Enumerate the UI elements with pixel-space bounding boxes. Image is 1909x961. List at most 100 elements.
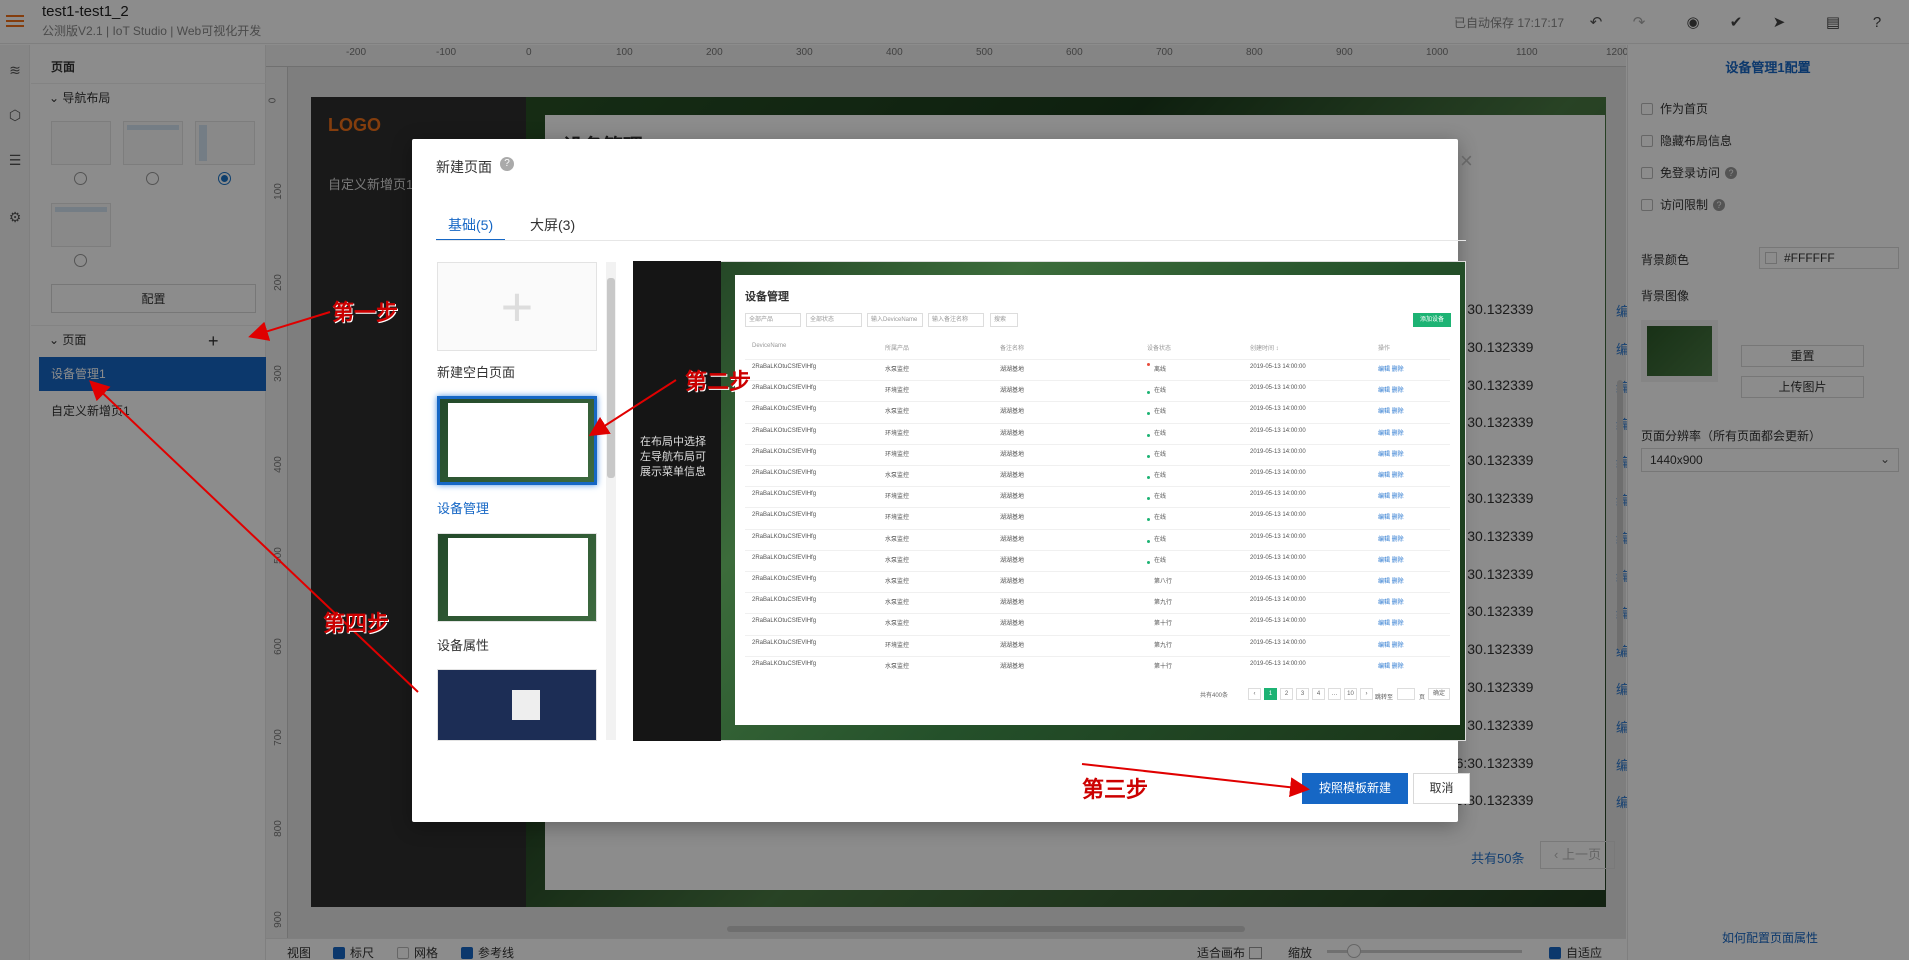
preview-row-actions: 编辑 删除 xyxy=(1378,557,1404,564)
status-dot xyxy=(1147,476,1150,479)
preview-cell: 2019-05-13 14:00:00 xyxy=(1250,554,1306,561)
preview-cell: 2RaBaLKOtuCSfEVlHfg xyxy=(752,576,817,582)
preview-pager-jump: 跳转至 xyxy=(1375,695,1394,701)
preview-cell: 水泵监控 xyxy=(885,579,910,585)
annotation-step2: 第二步 xyxy=(685,370,752,395)
preview-cell: 2RaBaLKOtuCSfEVlHfg xyxy=(752,448,817,455)
preview-cell: 2019-05-13 14:00:00 xyxy=(1250,385,1306,392)
preview-filter-status: 全部状态 xyxy=(806,313,862,327)
preview-cell: 2RaBaLKOtuCSfEVlHfg xyxy=(752,406,817,413)
preview-cell: 第八行 xyxy=(1154,579,1173,585)
preview-row-actions: 编辑 删除 xyxy=(1378,451,1404,458)
preview-cell: 湖湖基地 xyxy=(1000,536,1025,543)
preview-cell: 湖湖基地 xyxy=(1000,557,1025,564)
preview-cell: 在线 xyxy=(1154,473,1167,479)
preview-cell: 湖湖基地 xyxy=(1000,494,1025,501)
preview-cell: 水泵监控 xyxy=(885,600,910,607)
preview-cell: 2019-05-13 14:00:00 xyxy=(1250,597,1306,604)
preview-row-divider xyxy=(745,486,1450,488)
preview-cell: 2019-05-13 14:00:00 xyxy=(1250,406,1306,413)
preview-cell: 在线 xyxy=(1154,451,1167,458)
close-icon[interactable]: × xyxy=(1460,148,1473,174)
preview-row-actions: 编辑 删除 xyxy=(1378,642,1404,649)
preview-filter-devicename: 输入DeviceName xyxy=(867,313,923,327)
preview-row-actions: 编辑 删除 xyxy=(1378,473,1404,479)
preview-row-actions: 编辑 删除 xyxy=(1378,494,1404,501)
preview-search-button: 搜索 xyxy=(990,313,1018,327)
preview-cell: 2019-05-13 14:00:00 xyxy=(1250,639,1306,646)
cancel-button[interactable]: 取消 xyxy=(1413,773,1470,804)
preview-cell: 2019-05-13 14:00:00 xyxy=(1250,448,1306,455)
preview-row-divider xyxy=(745,465,1450,466)
preview-row-actions: 编辑 删除 xyxy=(1378,388,1404,395)
preview-filter-product: 全部产品 xyxy=(745,313,801,327)
preview-title: 设备管理 xyxy=(745,291,789,303)
template-map[interactable] xyxy=(437,669,597,741)
preview-cell: 2RaBaLKOtuCSfEVlHfg xyxy=(752,660,817,667)
preview-cell: 第十行 xyxy=(1154,621,1173,628)
preview-row-actions: 编辑 删除 xyxy=(1378,536,1404,543)
preview-row-divider xyxy=(745,401,1450,403)
preview-cell: 水泵监控 xyxy=(885,473,910,479)
preview-cell: 湖湖基地 xyxy=(1000,642,1025,649)
tab-big-screen[interactable]: 大屏(3) xyxy=(530,215,575,241)
preview-cell: 离线 xyxy=(1154,367,1167,373)
preview-cell: 2019-05-13 14:00:00 xyxy=(1250,491,1306,498)
status-dot xyxy=(1147,560,1150,564)
preview-cell: 2RaBaLKOtuCSfEVlHfg xyxy=(752,512,817,519)
preview-pager-page: … xyxy=(1328,688,1341,700)
preview-cell: 2019-05-13 14:00:00 xyxy=(1250,364,1306,370)
template-device-mgmt-label[interactable]: 设备管理 xyxy=(437,498,489,517)
template-scroll-thumb[interactable] xyxy=(607,278,615,478)
preview-cell: 2RaBaLKOtuCSfEVlHfg xyxy=(752,427,817,434)
preview-cell: 湖湖基地 xyxy=(1000,451,1025,458)
preview-left-nav xyxy=(633,261,721,741)
preview-cell: 环境监控 xyxy=(885,515,910,522)
preview-column-header: 备注名称 xyxy=(1000,346,1025,352)
preview-pager-page: 2 xyxy=(1280,688,1293,700)
help-icon[interactable]: ? xyxy=(500,157,514,171)
preview-row-divider xyxy=(745,422,1450,424)
tab-basic[interactable]: 基础(5) xyxy=(436,215,506,241)
preview-pager-page: ‹ xyxy=(1248,688,1261,700)
preview-cell: 湖湖基地 xyxy=(1000,515,1025,522)
template-blank-label[interactable]: 新建空白页面 xyxy=(437,362,515,381)
preview-pager-page: 10 xyxy=(1344,688,1357,700)
preview-cell: 2RaBaLKOtuCSfEVlHfg xyxy=(752,470,817,476)
preview-cell: 2019-05-13 14:00:00 xyxy=(1250,470,1306,476)
preview-cell: 水泵监控 xyxy=(885,663,910,670)
template-device-attr-label[interactable]: 设备属性 xyxy=(437,635,489,654)
preview-cell: 湖湖基地 xyxy=(1000,600,1025,607)
preview-column-header: 操作 xyxy=(1378,346,1391,352)
preview-nav-text: 在布局中选择左导航布局可展示菜单信息 xyxy=(640,436,706,478)
preview-cell: 在线 xyxy=(1154,515,1167,522)
status-dot xyxy=(1147,539,1150,543)
preview-add-button: 添加设备 xyxy=(1413,313,1451,327)
preview-row-divider xyxy=(745,571,1450,572)
preview-cell: 湖湖基地 xyxy=(1000,409,1025,416)
template-blank[interactable]: + xyxy=(437,262,597,351)
preview-cell: 在线 xyxy=(1154,388,1167,395)
preview-pager-page: 1 xyxy=(1264,688,1277,700)
preview-row-divider xyxy=(745,634,1450,636)
preview-cell: 环境监控 xyxy=(885,430,910,437)
preview-filter-remark: 输入备注名称 xyxy=(928,313,984,327)
preview-cell: 在线 xyxy=(1154,536,1167,543)
preview-pager-total: 共有400条 xyxy=(1200,693,1229,699)
create-from-template-button[interactable]: 按照模板新建 xyxy=(1302,773,1408,804)
preview-cell: 湖湖基地 xyxy=(1000,579,1025,585)
preview-row-divider xyxy=(745,613,1450,615)
preview-cell: 第九行 xyxy=(1154,642,1173,649)
preview-cell: 湖湖基地 xyxy=(1000,663,1025,670)
preview-row-divider xyxy=(745,443,1450,445)
preview-row-divider xyxy=(745,359,1450,360)
preview-pager-page: 3 xyxy=(1296,688,1309,700)
preview-cell: 2019-05-13 14:00:00 xyxy=(1250,427,1306,434)
preview-row-divider xyxy=(745,507,1450,509)
preview-cell: 2RaBaLKOtuCSfEVlHfg xyxy=(752,385,817,392)
preview-cell: 第九行 xyxy=(1154,600,1173,607)
template-device-attr[interactable] xyxy=(437,533,597,622)
template-device-mgmt[interactable] xyxy=(437,396,597,485)
preview-row-actions: 编辑 删除 xyxy=(1378,409,1404,416)
preview-cell: 2RaBaLKOtuCSfEVlHfg xyxy=(752,533,817,540)
